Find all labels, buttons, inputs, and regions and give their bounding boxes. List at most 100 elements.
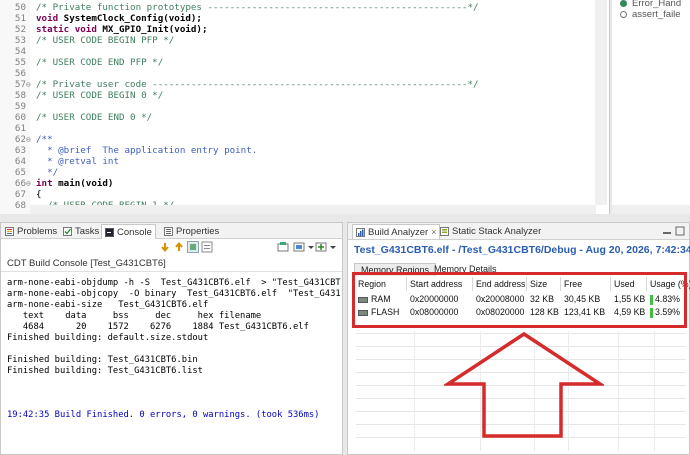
line-number: 66 <box>14 178 26 189</box>
stack-analyzer-icon <box>440 227 449 236</box>
fold-toggle-icon[interactable]: ⊖ <box>26 79 32 90</box>
open-console-icon[interactable] <box>315 241 327 253</box>
console-line: Finished building: default.size.stdout <box>7 333 209 343</box>
console-line: text data bss dec hex filename <box>7 311 262 321</box>
code-line: 63 * @brief The application entry point. <box>0 145 575 156</box>
code-token: /* USER CODE END PFP */ <box>36 57 164 68</box>
code-token: main(void) <box>58 178 114 189</box>
code-line: 50 /* Private function prototypes -------… <box>0 2 575 13</box>
code-line: 51 void SystemClock_Config(void); <box>0 13 575 24</box>
code-text: /* Private user code -------------------… <box>36 79 479 90</box>
code-text: /** <box>36 134 53 145</box>
code-token: */ <box>36 167 59 178</box>
tasks-icon <box>63 227 72 236</box>
code-editor[interactable]: 50 /* Private function prototypes -------… <box>0 0 610 214</box>
code-token: int <box>36 178 59 189</box>
code-token: * @retval int <box>36 156 119 167</box>
build-analyzer-title: Test_G431CBT6.elf - /Test_G431CBT6/Debug… <box>354 244 690 256</box>
scroll-down-icon[interactable] <box>159 241 171 253</box>
function-icon <box>620 0 627 7</box>
tab-properties[interactable]: Properties <box>164 225 219 238</box>
code-line: 60 /* USER CODE END 0 */ <box>0 112 575 123</box>
minimize-icon[interactable] <box>662 226 672 236</box>
outline-horizontal-scrollbar[interactable] <box>612 205 690 214</box>
code-token: SystemClock_Config(void); <box>63 13 202 24</box>
build-analyzer-icon <box>356 227 365 237</box>
line-number: 50 <box>14 2 26 13</box>
scroll-lock-icon[interactable] <box>187 241 199 253</box>
code-text: /* USER CODE BEGIN 0 */ <box>36 90 163 101</box>
code-token: MX_GPIO_Init(void); <box>102 24 208 35</box>
line-number: 59 <box>14 101 26 112</box>
code-line: 52 static void MX_GPIO_Init(void); <box>0 24 575 35</box>
display-selected-console-icon[interactable] <box>293 241 305 253</box>
editor-vertical-scrollbar[interactable] <box>595 0 607 205</box>
line-number: 56 <box>14 68 26 79</box>
tab-static-stack-analyzer[interactable]: Static Stack Analyzer <box>440 225 541 238</box>
console-panel: Problems Tasks Console Properties CDT Bu… <box>0 222 343 455</box>
code-text: void SystemClock_Config(void); <box>36 13 202 24</box>
line-number: 67 <box>14 189 26 200</box>
code-text: { <box>36 189 42 200</box>
outline-item-assert-failed[interactable]: assert_faile <box>620 9 681 21</box>
code-token: /* Private function prototypes ---------… <box>36 2 479 13</box>
maximize-icon[interactable] <box>675 226 685 236</box>
grid-column-line <box>618 331 619 451</box>
code-text: static void MX_GPIO_Init(void); <box>36 24 208 35</box>
code-token: /* USER CODE BEGIN 0 */ <box>36 90 164 101</box>
code-line: 57 ⊖ /* Private user code ----------------… <box>0 79 575 90</box>
code-token: static void <box>36 24 103 35</box>
console-line: Finished building: Test_G431CBT6.bin <box>7 355 198 365</box>
line-number: 68 <box>14 200 26 211</box>
console-title: CDT Build Console [Test_G431CBT6] <box>7 258 166 269</box>
code-token: * @brief The application entry point. <box>36 145 258 156</box>
pin-console-icon[interactable] <box>277 241 289 253</box>
code-line: 67 { <box>0 189 575 200</box>
line-number: 62 <box>14 134 26 145</box>
tab-build-analyzer[interactable]: Build Analyzer × <box>352 224 441 239</box>
fold-toggle-icon[interactable]: ⊖ <box>26 134 32 145</box>
problems-icon <box>5 227 14 236</box>
code-text: /* USER CODE END PFP */ <box>36 57 163 68</box>
console-line: 4684 20 1572 6276 1884 Test_G431CBT6.elf <box>7 322 309 332</box>
clear-console-icon[interactable] <box>201 241 213 253</box>
code-token: { <box>36 189 42 200</box>
code-line: 58 /* USER CODE BEGIN 0 */ <box>0 90 575 101</box>
highlight-box <box>352 272 687 328</box>
console-line: arm-none-eabi-objdump -h -S Test_G431CBT… <box>7 278 341 288</box>
line-number: 54 <box>14 46 26 57</box>
line-number: 55 <box>14 57 26 68</box>
code-token: void <box>36 13 64 24</box>
outline-panel: Error_Hand assert_faile <box>612 0 690 214</box>
console-panel-tabs: Problems Tasks Console Properties <box>1 223 342 239</box>
up-arrow-annotation <box>444 332 604 438</box>
chevron-down-icon[interactable] <box>327 241 339 253</box>
close-icon[interactable]: × <box>431 227 436 237</box>
console-line: 19:42:35 Build Finished. 0 errors, 0 war… <box>7 410 320 420</box>
line-number: 58 <box>14 90 26 101</box>
analyzer-panel-tabs: Build Analyzer × Static Stack Analyzer <box>348 223 689 240</box>
scroll-up-icon[interactable] <box>173 241 185 253</box>
code-text: */ <box>36 167 58 178</box>
console-line: arm-none-eabi-size Test_G431CBT6.elf <box>7 300 209 310</box>
code-text: * @brief The application entry point. <box>36 145 257 156</box>
code-line: 54 <box>0 46 575 57</box>
grid-column-line <box>654 331 655 451</box>
line-number: 60 <box>14 112 26 123</box>
tab-tasks[interactable]: Tasks <box>63 225 99 238</box>
code-token: /** <box>36 134 53 145</box>
tab-problems[interactable]: Problems <box>5 225 57 238</box>
console-icon <box>105 227 114 237</box>
line-number: 52 <box>14 24 26 35</box>
console-line: Finished building: Test_G431CBT6.list <box>7 366 203 376</box>
tab-console[interactable]: Console <box>101 224 156 239</box>
line-number: 64 <box>14 156 26 167</box>
editor-horizontal-scrollbar[interactable] <box>30 205 596 214</box>
code-line: 62 ⊖ /** <box>0 134 575 145</box>
fold-toggle-icon[interactable]: ⊖ <box>26 178 32 189</box>
code-line: 66 ⊖ int main(void) <box>0 178 575 189</box>
